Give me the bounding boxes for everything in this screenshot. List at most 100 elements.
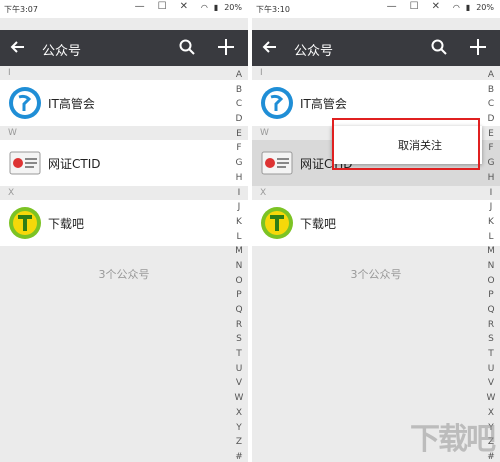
ctid-card-icon <box>261 151 293 175</box>
index-letter[interactable]: D <box>488 112 495 127</box>
index-letter[interactable]: I <box>490 186 493 201</box>
index-letter[interactable]: E <box>488 127 494 142</box>
index-letter[interactable]: O <box>487 274 494 289</box>
window-controls: — ☐ ✕ <box>135 1 188 12</box>
list-item-label: 网证CTID <box>48 157 101 171</box>
index-letter[interactable]: U <box>488 362 495 377</box>
index-letter[interactable]: C <box>236 97 242 112</box>
section-header-i: I <box>8 68 11 78</box>
section-header-x: X <box>8 188 15 198</box>
index-letter[interactable]: J <box>490 200 493 215</box>
index-letter[interactable]: V <box>236 376 242 391</box>
add-icon[interactable] <box>216 37 236 57</box>
account-count: 3个公众号 <box>350 268 402 281</box>
index-letter[interactable]: K <box>236 215 242 230</box>
index-letter[interactable]: N <box>488 259 495 274</box>
app-toolbar: 公众号 <box>0 30 248 66</box>
list-item-label: 下载吧 <box>300 217 337 231</box>
status-bar: 下午3:07 — ☐ ✕ ◠ ▮ 20% <box>0 0 248 18</box>
page-title: 公众号 <box>294 44 334 59</box>
close-icon[interactable]: ✕ <box>180 1 188 12</box>
index-letter[interactable]: X <box>236 406 242 421</box>
index-letter[interactable]: T <box>488 347 494 362</box>
index-letter[interactable]: A <box>236 68 242 83</box>
list-item-xiazaiba[interactable]: 下载吧 <box>0 200 248 246</box>
index-letter[interactable]: C <box>488 97 494 112</box>
system-icons: ◠ ▮ 20% <box>201 3 242 12</box>
it-gaoguanhui-logo-icon <box>261 87 293 119</box>
index-letter[interactable]: T <box>236 347 242 362</box>
index-letter[interactable]: F <box>488 141 493 156</box>
index-letter[interactable]: L <box>236 230 241 245</box>
list-item-it-gaoguanhui[interactable]: IT高管会 <box>0 80 248 126</box>
list-item-label: IT高管会 <box>48 97 95 111</box>
xiazaiba-logo-icon <box>261 207 293 239</box>
index-letter[interactable]: F <box>236 141 241 156</box>
index-letter[interactable]: G <box>488 156 495 171</box>
account-count: 3个公众号 <box>98 268 150 281</box>
page-title: 公众号 <box>42 44 82 59</box>
index-letter[interactable]: P <box>236 288 241 303</box>
index-letter[interactable]: L <box>488 230 493 245</box>
left-screen: 下午3:07 — ☐ ✕ ◠ ▮ 20% 公众号 I IT高管会 W 网证CTI… <box>0 0 248 462</box>
system-icons: ◠ ▮ 20% <box>453 3 494 12</box>
account-list: I IT高管会 W 网证CTID X <box>252 66 500 462</box>
index-letter[interactable]: R <box>236 318 242 333</box>
section-header-x: X <box>260 188 267 198</box>
wifi-icon: ◠ <box>200 3 208 12</box>
index-letter[interactable]: K <box>488 215 494 230</box>
back-arrow-icon[interactable] <box>260 37 280 57</box>
index-letter[interactable]: W <box>487 391 496 406</box>
index-letter[interactable]: U <box>236 362 243 377</box>
highlight-annotation <box>332 118 480 170</box>
search-icon[interactable] <box>178 38 196 56</box>
alphabet-index[interactable]: A B C D E F G H I J K L M N O P Q R S T … <box>484 68 498 462</box>
index-letter[interactable]: R <box>488 318 494 333</box>
search-icon[interactable] <box>430 38 448 56</box>
index-letter[interactable]: J <box>238 200 241 215</box>
index-letter[interactable]: Y <box>236 421 242 436</box>
alphabet-index[interactable]: A B C D E F G H I J K L M N O P Q R S T … <box>232 68 246 462</box>
index-letter[interactable]: B <box>236 83 242 98</box>
back-arrow-icon[interactable] <box>8 37 28 57</box>
minimize-icon[interactable]: — <box>387 1 397 12</box>
index-letter[interactable]: S <box>236 332 242 347</box>
index-letter[interactable]: M <box>235 244 243 259</box>
index-letter[interactable]: B <box>488 83 494 98</box>
xiazaiba-logo-icon <box>9 207 41 239</box>
index-letter[interactable]: A <box>488 68 494 83</box>
battery-level: 20% <box>224 3 242 12</box>
list-item-xiazaiba[interactable]: 下载吧 <box>252 200 500 246</box>
index-letter[interactable]: W <box>235 391 244 406</box>
window-controls: — ☐ ✕ <box>387 1 440 12</box>
index-letter[interactable]: M <box>487 244 495 259</box>
right-screen: 下午3:10 — ☐ ✕ ◠ ▮ 20% 公众号 I IT高管会 W 网证CTI… <box>252 0 500 462</box>
index-letter[interactable]: Z <box>236 435 242 450</box>
index-letter[interactable]: V <box>488 376 494 391</box>
wifi-icon: ◠ <box>452 3 460 12</box>
add-icon[interactable] <box>468 37 488 57</box>
index-letter[interactable]: S <box>488 332 494 347</box>
index-letter[interactable]: P <box>488 288 493 303</box>
ctid-card-icon <box>9 151 41 175</box>
index-letter[interactable]: I <box>238 186 241 201</box>
index-letter[interactable]: # <box>235 450 243 462</box>
maximize-icon[interactable]: ☐ <box>158 1 167 12</box>
it-gaoguanhui-logo-icon <box>9 87 41 119</box>
close-icon[interactable]: ✕ <box>432 1 440 12</box>
index-letter[interactable]: Q <box>235 303 242 318</box>
index-letter[interactable]: N <box>236 259 243 274</box>
minimize-icon[interactable]: — <box>135 1 145 12</box>
list-item-label: IT高管会 <box>300 97 347 111</box>
status-time: 下午3:07 <box>4 5 38 14</box>
index-letter[interactable]: Q <box>487 303 494 318</box>
index-letter[interactable]: H <box>488 171 495 186</box>
list-item-wangzheng-ctid[interactable]: 网证CTID <box>0 140 248 186</box>
index-letter[interactable]: O <box>235 274 242 289</box>
watermark-logo: 下载吧 <box>410 422 496 457</box>
index-letter[interactable]: E <box>236 127 242 142</box>
index-letter[interactable]: D <box>236 112 243 127</box>
index-letter[interactable]: G <box>236 156 243 171</box>
maximize-icon[interactable]: ☐ <box>410 1 419 12</box>
index-letter[interactable]: H <box>236 171 243 186</box>
